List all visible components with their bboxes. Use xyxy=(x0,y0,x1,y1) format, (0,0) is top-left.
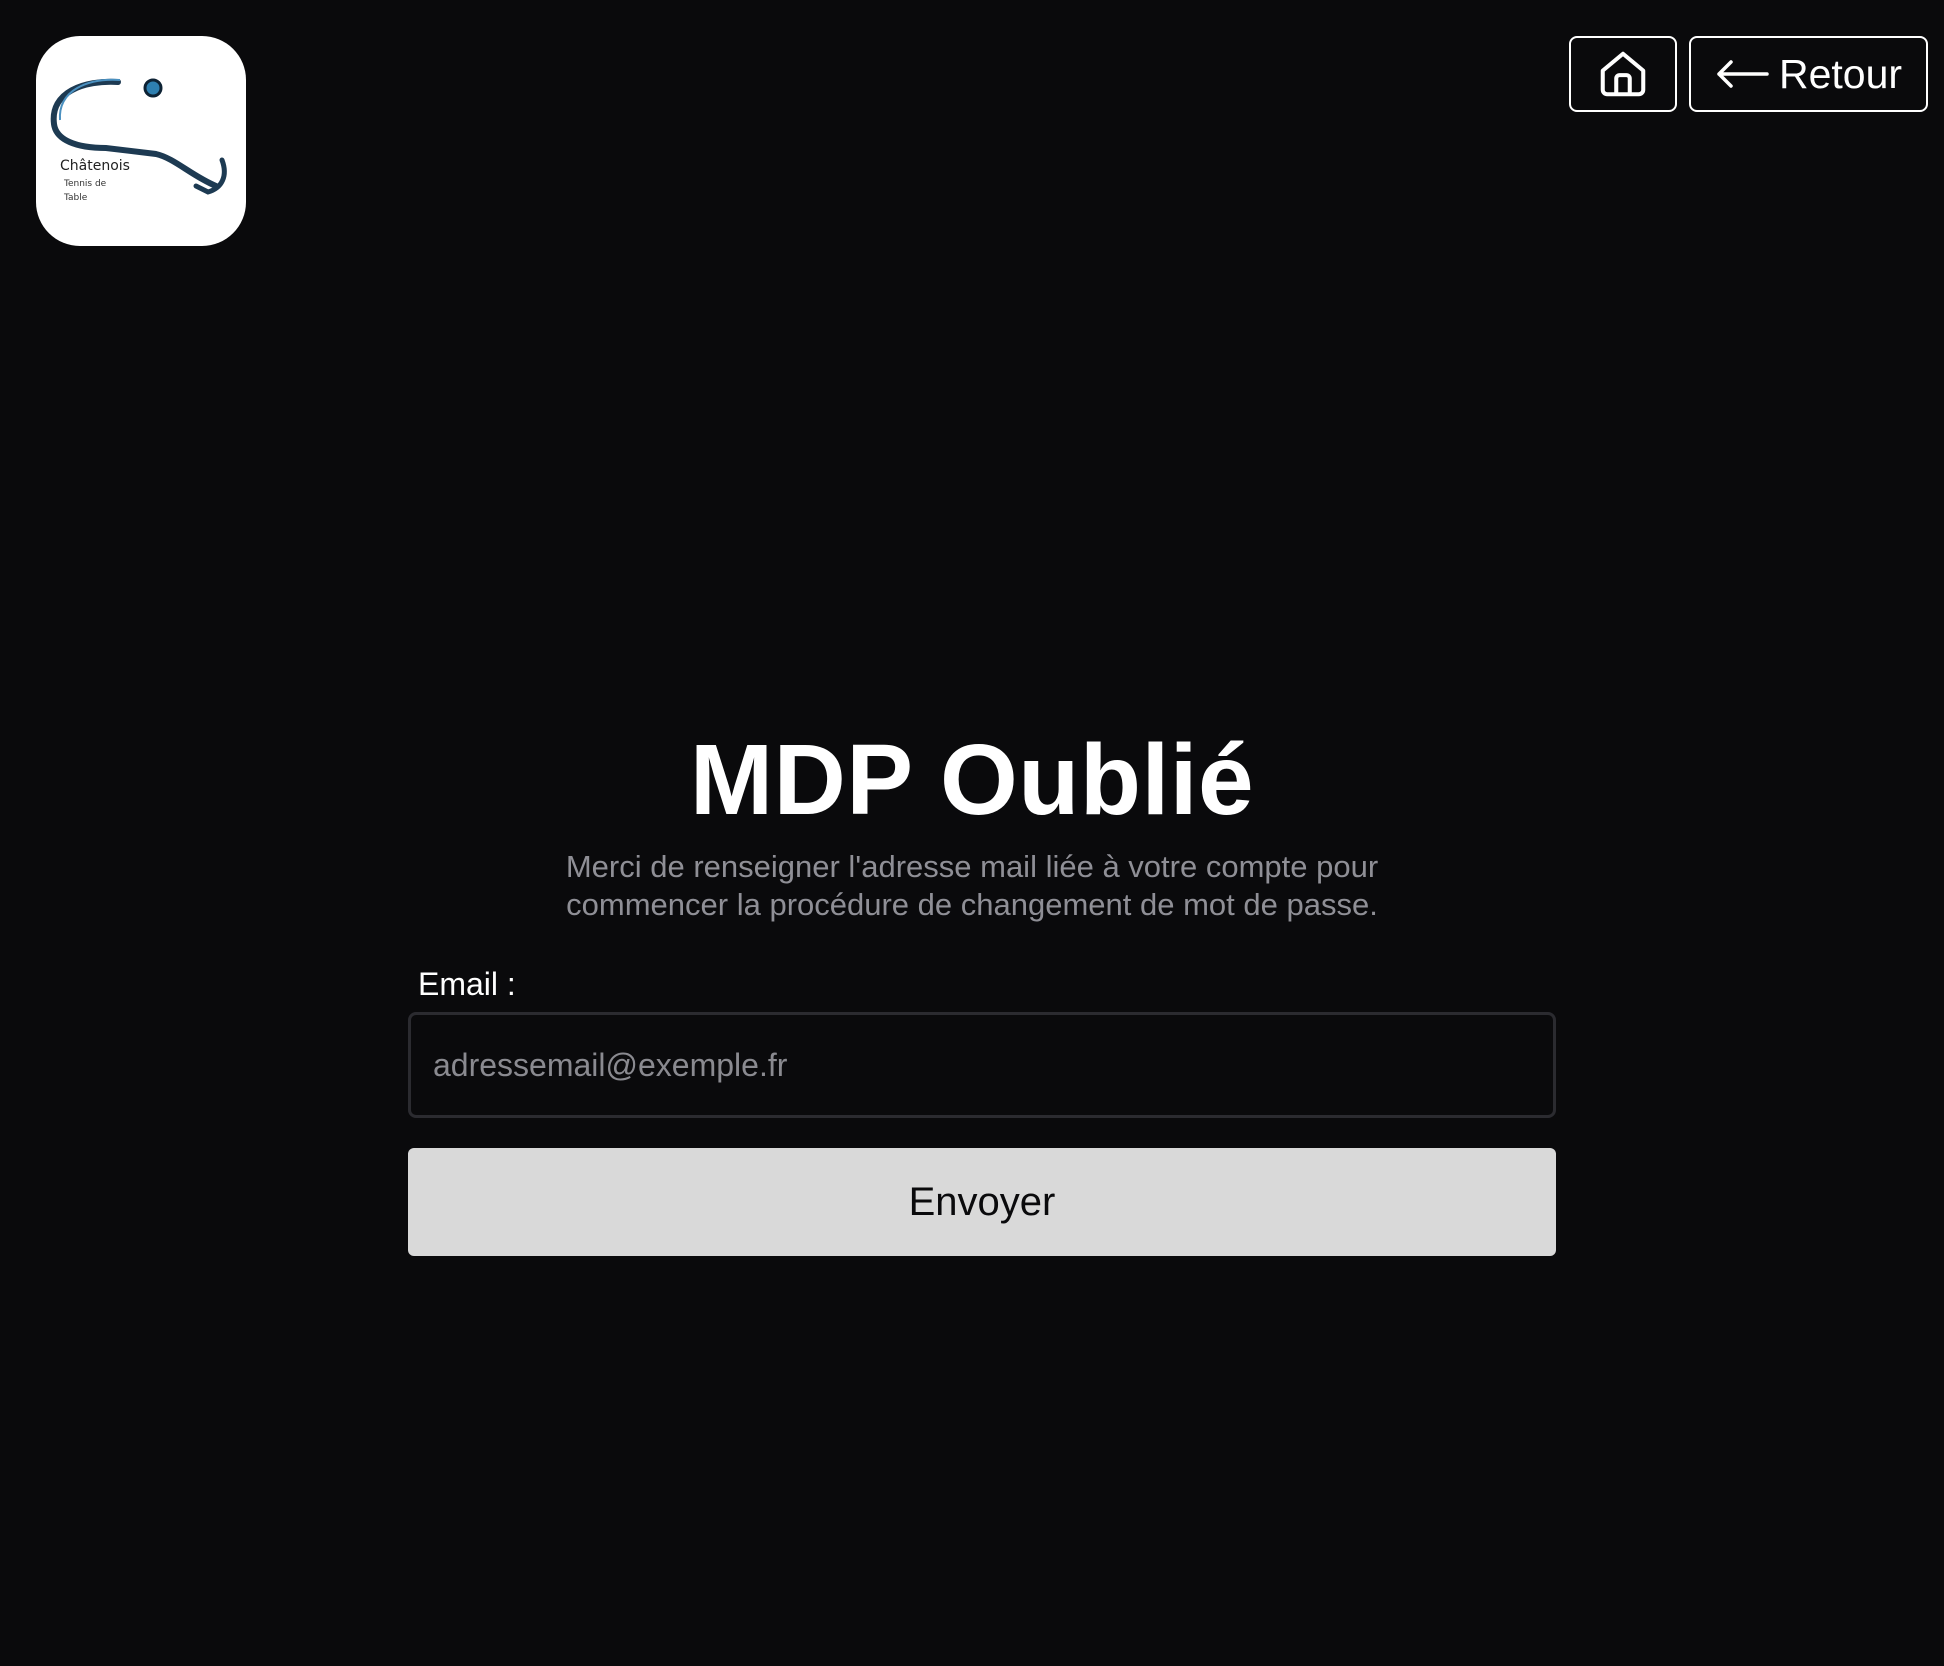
submit-button[interactable]: Envoyer xyxy=(408,1148,1556,1256)
email-label: Email : xyxy=(418,966,516,1002)
arrow-left-icon xyxy=(1717,60,1769,88)
email-field[interactable] xyxy=(408,1012,1556,1118)
top-navigation: Retour xyxy=(1569,36,1928,112)
subtitle-line-1: Merci de renseigner l'adresse mail liée … xyxy=(565,849,1379,884)
logo-line3: Table xyxy=(63,193,88,203)
subtitle-line-2: commencer la procédure de changement de … xyxy=(566,887,1378,922)
logo-name: Châtenois xyxy=(60,158,130,174)
main-content: MDP Oublié Merci de renseigner l'adresse… xyxy=(0,720,1944,924)
home-button[interactable] xyxy=(1569,36,1677,112)
home-icon xyxy=(1600,51,1646,97)
back-button[interactable]: Retour xyxy=(1689,36,1928,112)
page-subtitle: Merci de renseigner l'adresse mail liée … xyxy=(512,848,1432,924)
page-title: MDP Oublié xyxy=(689,724,1255,836)
back-button-label: Retour xyxy=(1778,50,1903,97)
paddle-logo-icon: Châtenois Tennis de Table xyxy=(50,78,227,203)
logo-line2: Tennis de xyxy=(63,179,107,189)
club-logo[interactable]: Châtenois Tennis de Table xyxy=(36,36,246,246)
forgot-password-form: Email : Envoyer xyxy=(408,962,1556,1256)
